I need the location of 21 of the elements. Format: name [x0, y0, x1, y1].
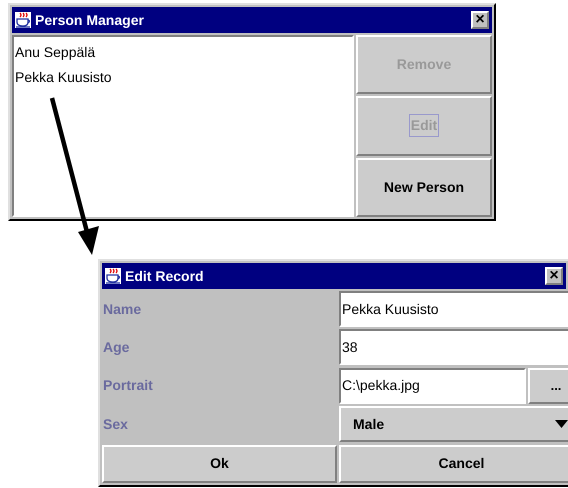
dialog-button[interactable]: Cancel — [339, 444, 568, 483]
close-button[interactable]: × — [545, 267, 563, 285]
dropdown[interactable]: Male — [339, 406, 568, 442]
dialog-button[interactable]: Ok — [102, 444, 337, 483]
action-button[interactable]: New Person — [356, 158, 492, 217]
window-title: Edit Record — [125, 266, 204, 286]
window-title: Person Manager — [35, 10, 144, 30]
text-field[interactable]: Pekka Kuusisto — [339, 291, 568, 327]
text-field[interactable]: C:\pekka.jpg — [339, 368, 526, 404]
caret-icon — [555, 420, 568, 428]
coffee-cup-icon — [105, 268, 121, 284]
field-label: Portrait — [103, 376, 153, 396]
field-label: Sex — [103, 414, 128, 434]
list-item[interactable]: Pekka Kuusisto — [14, 65, 352, 90]
browse-button[interactable]: ... — [528, 368, 568, 404]
field-label: Age — [103, 338, 130, 357]
close-button[interactable]: × — [471, 11, 489, 29]
list-item[interactable]: Anu Seppälä — [14, 40, 352, 65]
text-field[interactable]: 38 — [339, 329, 568, 366]
field-label: Name — [103, 300, 142, 318]
coffee-cup-icon — [15, 12, 31, 28]
